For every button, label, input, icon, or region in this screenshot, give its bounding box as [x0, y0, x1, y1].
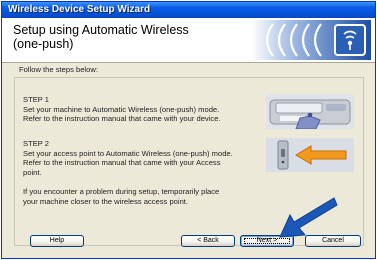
help-button[interactable]: Help — [30, 235, 84, 247]
step-1-text: STEP 1 Set your machine to Automatic Wir… — [23, 95, 221, 123]
wizard-header: Setup using Automatic Wireless (one-push… — [2, 18, 375, 63]
step-2-text: STEP 2 Set your access point to Automati… — [23, 139, 233, 177]
page-title: Setup using Automatic Wireless (one-push… — [13, 23, 189, 51]
wireless-signal-icon — [251, 20, 371, 60]
printer-button-press-icon — [266, 94, 354, 129]
instruction-text: Follow the steps below: — [19, 65, 98, 74]
back-button[interactable]: < Back — [181, 235, 235, 247]
troubleshoot-text: If you encounter a problem during setup,… — [23, 187, 220, 206]
wizard-window: Wireless Device Setup Wizard Setup using… — [1, 1, 376, 259]
window-title: Wireless Device Setup Wizard — [8, 4, 151, 15]
title-bar[interactable]: Wireless Device Setup Wizard — [2, 2, 375, 18]
arrow-pointer-icon — [279, 197, 338, 238]
access-point-arrow-icon — [266, 138, 354, 172]
